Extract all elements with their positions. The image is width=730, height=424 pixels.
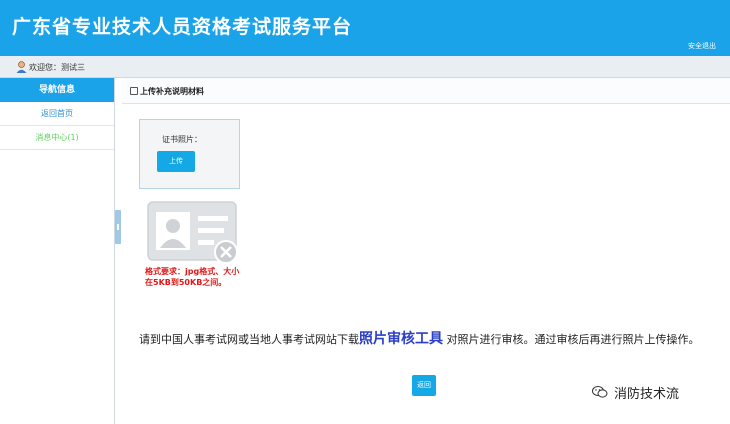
main-panel: 上传补充说明材料 证书照片： 上传 格式要求：jpg格式、大小在5KB到50KB… — [122, 78, 730, 424]
site-title: 广东省专业技术人员资格考试服务平台 — [12, 16, 353, 38]
edit-icon — [130, 87, 138, 95]
wechat-logo-icon — [592, 386, 608, 398]
sidebar-item-home[interactable]: 返回首页 — [0, 102, 114, 126]
user-avatar-icon — [16, 61, 27, 73]
instruction-text: 请到中国人事考试网或当地人事考试网站下载照片审核工具 对照片进行审核。通过审核后… — [139, 331, 714, 348]
welcome-text: 欢迎您：测试三 — [29, 63, 85, 72]
user-bar: 欢迎您：测试三 — [0, 56, 730, 78]
back-button[interactable]: 返回 — [412, 375, 436, 396]
page: 广东省专业技术人员资格考试服务平台 安全退出 欢迎您：测试三 导航信息 返回首页… — [0, 0, 730, 424]
instruction-before: 请到中国人事考试网或当地人事考试网站下载 — [139, 333, 359, 346]
certificate-upload-box: 证书照片： 上传 — [139, 119, 240, 189]
panel-title: 上传补充说明材料 — [140, 87, 204, 96]
logout-link[interactable]: 安全退出 — [688, 41, 716, 51]
panel-header: 上传补充说明材料 — [122, 78, 730, 104]
sidebar-item-messages[interactable]: 消息中心(1) — [0, 126, 114, 150]
watermark-text: 消防技术流 — [614, 387, 680, 402]
format-requirement-note: 格式要求：jpg格式、大小在5KB到50KB之间。 — [145, 267, 240, 287]
photo-check-tool-link[interactable]: 照片审核工具 — [359, 331, 443, 347]
instruction-after: 对照片进行审核。通过审核后再进行照片上传操作。 — [443, 333, 700, 346]
id-card-placeholder-icon — [147, 201, 238, 264]
header-bar: 广东省专业技术人员资格考试服务平台 安全退出 — [0, 0, 730, 56]
sidebar-collapse-handle[interactable] — [115, 210, 121, 244]
sidebar-heading: 导航信息 — [0, 78, 114, 102]
sidebar: 导航信息 返回首页 消息中心(1) — [0, 78, 115, 424]
certificate-photo-label: 证书照片： — [162, 135, 202, 144]
upload-button[interactable]: 上传 — [157, 151, 195, 172]
